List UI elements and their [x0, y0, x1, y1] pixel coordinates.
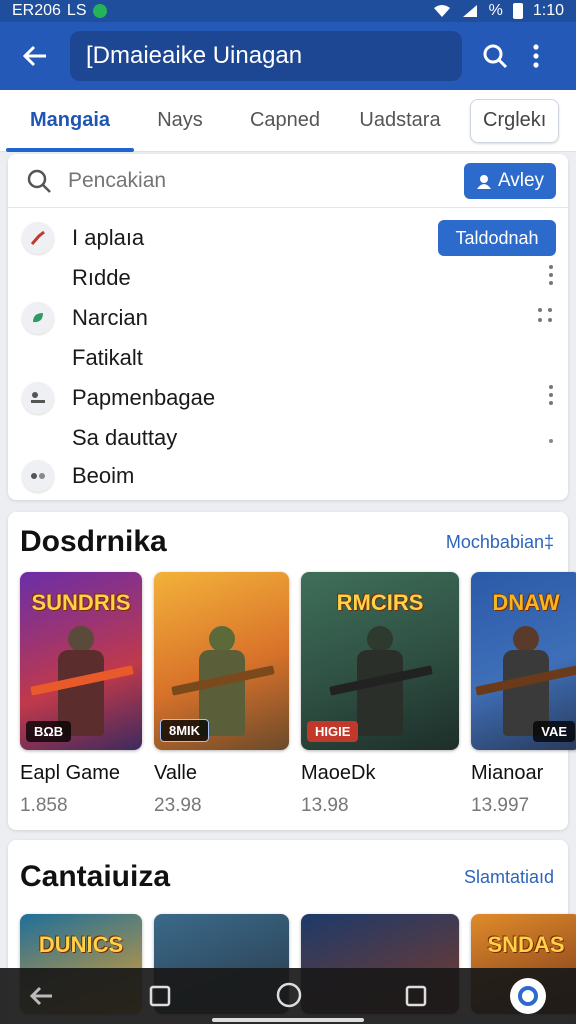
- list-item-label: Fatikalt: [72, 345, 143, 370]
- list-item-label: Narcian: [72, 305, 148, 330]
- cover-title: SNDAS: [487, 932, 565, 957]
- game-cover: 8MIK: [154, 572, 289, 750]
- list-item-label: Rıdde: [72, 265, 131, 290]
- search-input[interactable]: [68, 168, 408, 193]
- more-vert-icon[interactable]: [548, 264, 554, 292]
- cover-badge: VAE: [533, 721, 575, 742]
- nav-home-icon[interactable]: [274, 980, 304, 1010]
- list-item[interactable]: Rıdde: [8, 258, 568, 298]
- tab-capned[interactable]: Capned: [220, 90, 350, 152]
- game-name: Mianoar: [471, 762, 544, 784]
- list-item-label: Beoim: [72, 463, 135, 488]
- list-item[interactable]: Sa dauttay: [8, 418, 568, 458]
- list-item-label: Papmenbagae: [72, 385, 216, 410]
- cover-badge: 8MIK: [160, 719, 210, 742]
- game-size: 23.98: [154, 795, 202, 816]
- game-card[interactable]: 8MIK Valle 23.98: [154, 572, 289, 817]
- game-name: Eapl Game: [20, 762, 121, 784]
- tab-mangaia[interactable]: Mangaia: [0, 90, 140, 152]
- game-card[interactable]: SUNDRIS BΩB Eapl Game 1.858: [20, 572, 142, 817]
- app-bar: [Dmaieaike Uinagan: [0, 22, 576, 90]
- list-item-label: Sa dauttay: [72, 425, 178, 450]
- tab-crglek[interactable]: Crglekı: [470, 98, 560, 143]
- page-title: [Dmaieaike Uinagan: [70, 31, 462, 81]
- people-icon: [22, 382, 54, 414]
- game-size: 1.858: [20, 795, 68, 816]
- leaf-icon: [22, 302, 54, 334]
- game-card[interactable]: RMCIRS HIGIE MaoeDk 13.98: [301, 572, 459, 817]
- cover-title: RMCIRS: [336, 590, 424, 615]
- grid-dots-icon[interactable]: [536, 306, 554, 330]
- status-time-left: ER206: [12, 2, 61, 19]
- chart-icon: [22, 222, 54, 254]
- nav-square-icon[interactable]: [402, 982, 430, 1010]
- cover-title: DNAW: [492, 590, 560, 615]
- cover-title: SUNDRIS: [31, 590, 131, 615]
- list-item[interactable]: Fatikalt: [8, 338, 568, 378]
- cover-title: DUNICS: [38, 932, 124, 957]
- user-icon: [476, 174, 491, 189]
- see-more-link[interactable]: Mochbabian‡: [446, 532, 554, 553]
- see-more-link[interactable]: Slamtatiaıd: [464, 867, 554, 888]
- section-title: Cantaiuiza: [20, 860, 171, 893]
- more-vert-icon[interactable]: [548, 384, 554, 412]
- gesture-indicator: [212, 1018, 364, 1022]
- cover-badge: HIGIE: [307, 721, 359, 742]
- check-icon: [92, 4, 107, 18]
- status-percent: %: [488, 2, 503, 19]
- assistant-icon[interactable]: [510, 978, 546, 1014]
- game-cover: RMCIRS HIGIE: [301, 572, 459, 750]
- list-item[interactable]: Narcian: [8, 298, 568, 338]
- filter-list: Taldodnah I aplaıa Rıdde Narcian Fatikal…: [8, 208, 568, 500]
- filter-card: Avley Taldodnah I aplaıa Rıdde Narcian F…: [8, 154, 568, 500]
- tab-uadstara[interactable]: Uadstara: [350, 90, 450, 152]
- game-size: 13.997: [471, 795, 530, 816]
- more-vert-icon[interactable]: [526, 39, 546, 73]
- battery-icon: [512, 3, 523, 19]
- status-carrier: LS: [66, 2, 87, 19]
- search-icon: [27, 169, 51, 193]
- game-cover: SUNDRIS BΩB: [20, 572, 142, 750]
- nav-recents-icon[interactable]: [146, 982, 174, 1010]
- wifi-icon: [433, 5, 450, 17]
- list-item[interactable]: Beoim: [8, 456, 568, 496]
- cover-badge: BΩB: [26, 721, 72, 742]
- search-bar: Avley: [8, 154, 568, 208]
- games-section: Dosdrnika Mochbabian‡ SUNDRIS BΩB Eapl G…: [8, 512, 576, 830]
- game-name: MaoeDk: [301, 762, 376, 784]
- system-nav-bar: [0, 968, 576, 1024]
- apply-button[interactable]: Avley: [464, 162, 556, 199]
- game-card[interactable]: DNAW VAE Mianoar 13.997: [471, 572, 576, 817]
- tab-bar: Mangaia Nays Capned Uadstara Crglekı: [0, 90, 576, 152]
- status-clock: 1:10: [532, 2, 564, 19]
- signal-icon: [462, 5, 477, 17]
- game-cover: DNAW VAE: [471, 572, 576, 750]
- back-arrow-icon[interactable]: [14, 35, 56, 77]
- game-size: 13.98: [301, 795, 349, 816]
- apply-label: Avley: [497, 169, 545, 191]
- tab-nays[interactable]: Nays: [140, 90, 220, 152]
- section-title: Dosdrnika: [20, 525, 167, 558]
- game-name: Valle: [154, 762, 197, 784]
- status-bar: ER206 LS % 1:10: [0, 0, 576, 22]
- dot-icon: [548, 427, 554, 450]
- nav-back-icon[interactable]: [28, 982, 56, 1010]
- dots-icon: [22, 460, 54, 492]
- list-item[interactable]: I aplaıa: [8, 218, 568, 258]
- list-item[interactable]: Papmenbagae: [8, 378, 568, 418]
- search-icon[interactable]: [478, 39, 512, 73]
- list-item-label: I aplaıa: [72, 225, 145, 250]
